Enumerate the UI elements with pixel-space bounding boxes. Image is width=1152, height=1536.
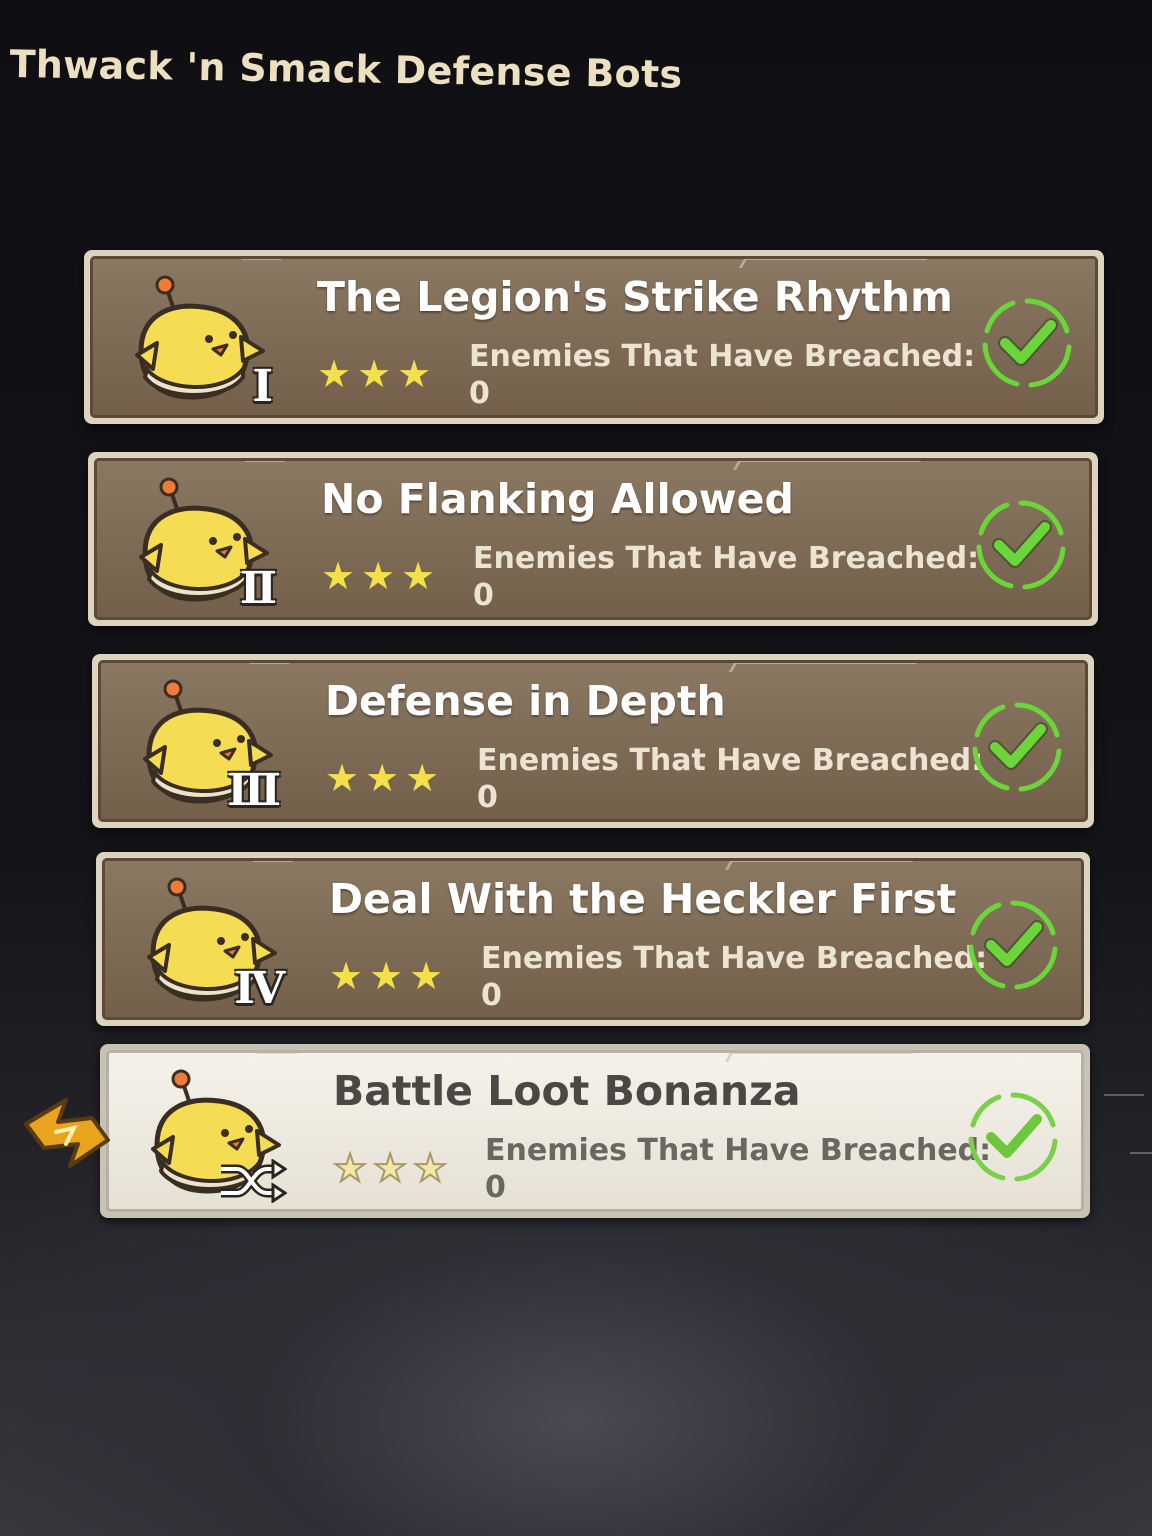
shuffle-icon	[221, 1159, 287, 1203]
breach-count: 0	[469, 376, 490, 411]
star-icon: ★	[329, 954, 370, 998]
card-frame-notch	[247, 663, 295, 672]
card-frame-notch	[738, 259, 929, 268]
card-frame-notch	[724, 861, 915, 870]
stage-numeral: III	[227, 765, 281, 816]
stage-list: I The Legion's Strike Rhythm ★★★ Enemies Th…	[0, 0, 1152, 1536]
breach-count: 0	[473, 578, 494, 613]
card-frame-notch	[239, 259, 287, 268]
stage-card[interactable]: III Defense in Depth ★★★ Enemies That Have …	[92, 654, 1094, 828]
card-frame-notch	[724, 1053, 915, 1062]
stage-card-body: II No Flanking Allowed ★★★ Enemies That Hav…	[94, 458, 1092, 620]
star-icon: ★	[369, 954, 410, 998]
stage-card[interactable]: I The Legion's Strike Rhythm ★★★ Enemies Th…	[84, 250, 1104, 424]
pointer-arrow-icon	[24, 1098, 110, 1168]
stage-icon: II	[127, 475, 277, 615]
stage-card[interactable]: II No Flanking Allowed ★★★ Enemies That Hav…	[88, 452, 1098, 626]
stage-name: The Legion's Strike Rhythm	[317, 273, 953, 321]
card-frame-notch	[255, 1053, 303, 1062]
check-circle-icon	[968, 1092, 1058, 1182]
star-icon: ★	[325, 756, 366, 800]
card-frame-notch	[732, 461, 923, 470]
stage-name: Battle Loot Bonanza	[333, 1067, 801, 1115]
stage-icon	[139, 1067, 289, 1207]
breach-label: Enemies That Have Breached:	[469, 339, 976, 374]
stage-card-body: Battle Loot Bonanza ★★★ Enemies That Have …	[106, 1050, 1084, 1212]
stage-card-body: III Defense in Depth ★★★ Enemies That Have …	[98, 660, 1088, 822]
decor-line	[1104, 1094, 1144, 1096]
stage-name: Deal With the Heckler First	[329, 875, 957, 923]
check-circle-icon	[982, 298, 1072, 388]
star-icon: ★	[361, 554, 402, 598]
star-icon: ★	[405, 756, 446, 800]
stage-name: Defense in Depth	[325, 677, 726, 725]
star-icon: ★	[397, 352, 438, 396]
stage-numeral: II	[239, 563, 277, 614]
breach-label: Enemies That Have Breached:	[481, 941, 988, 976]
star-icon: ★	[332, 1146, 374, 1190]
check-circle-icon	[968, 900, 1058, 990]
stage-icon: III	[131, 677, 281, 817]
star-rating: ★★★	[321, 557, 441, 595]
stage-name: No Flanking Allowed	[321, 475, 794, 523]
stage-icon: IV	[135, 875, 285, 1015]
star-icon: ★	[321, 554, 362, 598]
card-frame-notch	[251, 861, 299, 870]
star-icon: ★	[365, 756, 406, 800]
stage-icon: I	[123, 273, 273, 413]
card-frame-notch	[728, 663, 919, 672]
star-rating: ★★★	[325, 759, 445, 797]
check-circle-icon	[972, 702, 1062, 792]
star-rating: ★★★	[317, 355, 437, 393]
stage-numeral: I	[252, 361, 272, 412]
decor-line	[1130, 1152, 1152, 1154]
stage-card[interactable]: Battle Loot Bonanza ★★★ Enemies That Have …	[100, 1044, 1090, 1218]
star-icon: ★	[409, 954, 450, 998]
star-rating: ★★★	[332, 1146, 454, 1190]
breach-label: Enemies That Have Breached:	[485, 1133, 992, 1168]
star-icon: ★	[401, 554, 442, 598]
stage-numeral: IV	[234, 963, 285, 1014]
breach-label: Enemies That Have Breached:	[477, 743, 984, 778]
stage-card-body: IV Deal With the Heckler First ★★★ Enemies …	[102, 858, 1084, 1020]
stage-card-body: I The Legion's Strike Rhythm ★★★ Enemies Th…	[90, 256, 1098, 418]
breach-count: 0	[477, 780, 498, 815]
check-circle-icon	[976, 500, 1066, 590]
star-icon: ★	[317, 352, 358, 396]
breach-count: 0	[481, 978, 502, 1013]
star-icon: ★	[372, 1146, 414, 1190]
stage-card[interactable]: IV Deal With the Heckler First ★★★ Enemies …	[96, 852, 1090, 1026]
breach-label: Enemies That Have Breached:	[473, 541, 980, 576]
star-icon: ★	[357, 352, 398, 396]
yellow-bird-icon	[135, 275, 265, 400]
star-rating: ★★★	[329, 957, 449, 995]
star-icon: ★	[412, 1146, 454, 1190]
card-frame-notch	[243, 461, 291, 470]
breach-count: 0	[485, 1170, 506, 1205]
